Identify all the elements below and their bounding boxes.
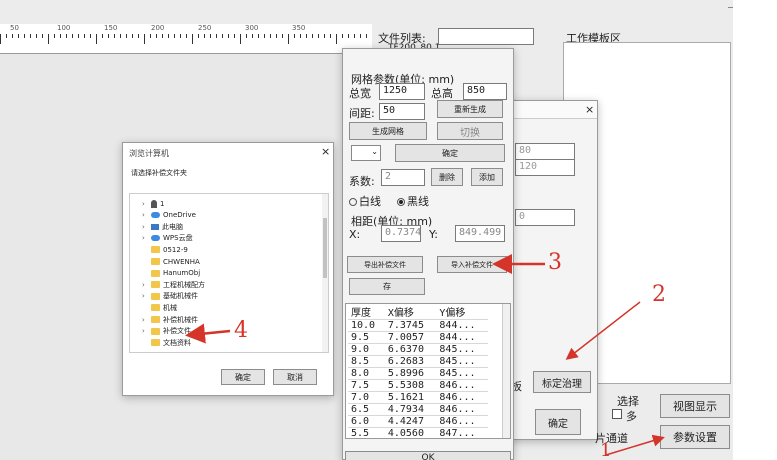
annotation-4: 4 <box>234 318 248 343</box>
annotation-1: 1 <box>600 440 612 460</box>
annotation-3: 3 <box>548 250 562 275</box>
annotation-arrow-4 <box>185 323 231 344</box>
annotation-overlay <box>185 254 665 456</box>
annotation-2: 2 <box>652 282 666 307</box>
annotation-arrow-1 <box>605 434 665 456</box>
annotation-arrow-2 <box>565 301 641 360</box>
